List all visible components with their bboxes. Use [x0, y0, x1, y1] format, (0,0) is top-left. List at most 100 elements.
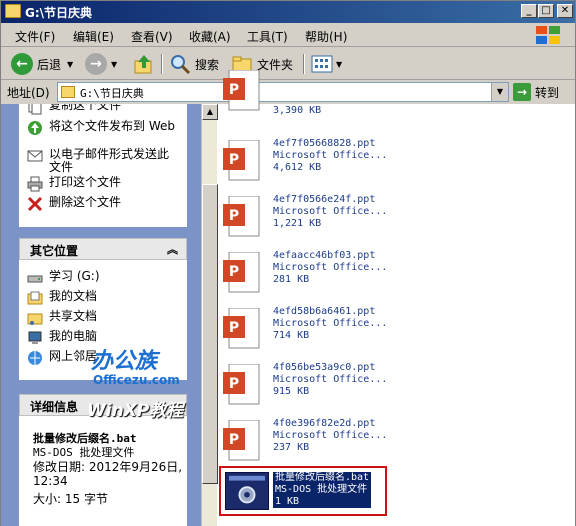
place-label: 我的文档: [49, 289, 98, 303]
windows-logo-icon: [536, 26, 560, 44]
search-icon: [171, 55, 191, 75]
folder-icon: [61, 86, 75, 98]
up-folder-button[interactable]: [133, 51, 155, 77]
svg-text:P: P: [229, 432, 239, 448]
place-drive-g[interactable]: 学习 (G:): [27, 270, 100, 286]
shared-folder-icon: [27, 313, 43, 325]
file-item[interactable]: P 4ef7f0566e24f.ppt Microsoft Office... 1,2…: [223, 194, 563, 248]
menu-help[interactable]: 帮助(H): [305, 28, 347, 45]
detail-size: 大小: 15 字节: [33, 492, 108, 506]
address-input[interactable]: G:\节日庆典 ▼: [57, 82, 509, 102]
place-network[interactable]: 网上邻居: [27, 350, 97, 366]
toolbar: ← 后退 ▼ → ▼ 搜索 文件夹 ▼: [1, 48, 575, 80]
file-meta: 4ef7f05668828.ppt Microsoft Office... 4,61…: [273, 138, 387, 174]
views-icon: [311, 55, 333, 73]
forward-button[interactable]: → ▼: [85, 51, 117, 77]
maximize-button[interactable]: □: [538, 4, 554, 18]
other-places-title: 其它位置: [30, 244, 79, 258]
file-type: Microsoft Office...: [273, 206, 388, 217]
copy-icon: [28, 104, 42, 115]
file-meta: 4f056be53a9c0.ppt Microsoft Office... 915 …: [273, 362, 387, 398]
chevron-down-icon[interactable]: ▼: [336, 60, 342, 69]
task-copy-file[interactable]: 复制这个文件: [27, 104, 121, 115]
file-item[interactable]: P 4ef7f05668828.ppt Microsoft Office... 4,6…: [223, 138, 563, 192]
other-places-header[interactable]: 其它位置 ︽: [19, 238, 187, 260]
selected-file-size: 1 KB: [275, 496, 300, 507]
place-shared-documents[interactable]: 共享文档: [27, 310, 97, 326]
go-button[interactable]: → 转到: [513, 82, 559, 102]
file-item[interactable]: P 4efd58b6a6461.ppt Microsoft Office... 714…: [223, 306, 563, 360]
back-label: 后退: [37, 57, 62, 72]
watermark-brand: 办公族: [91, 349, 158, 374]
file-name: 4ef7f0566e24f.ppt: [273, 194, 376, 205]
file-item[interactable]: P 4efaacc46bf03.ppt Microsoft Office... 281…: [223, 250, 563, 304]
task-label: 复制这个文件: [49, 104, 122, 112]
documents-folder-icon: [27, 291, 43, 305]
task-email-file[interactable]: 以电子邮件形式发送此文件: [27, 148, 177, 174]
menu-edit[interactable]: 编辑(E): [73, 28, 114, 45]
views-button[interactable]: ▼: [311, 51, 342, 77]
powerpoint-file-icon: P: [223, 252, 260, 293]
file-item[interactable]: P 4f0e396f82e2d.ppt Microsoft Office... 237…: [223, 418, 563, 472]
svg-text:P: P: [229, 376, 239, 392]
toolbar-separator: [303, 54, 305, 74]
chevron-down-icon[interactable]: ▼: [111, 60, 117, 69]
place-my-computer[interactable]: 我的电脑: [27, 330, 97, 346]
close-button[interactable]: ✕: [557, 4, 573, 18]
details-box: 批量修改后缀名.bat MS-DOS 批处理文件 修改日期: 2012年9月26…: [19, 416, 187, 526]
globe-icon: [28, 121, 42, 135]
vertical-scrollbar[interactable]: ▲: [201, 104, 218, 526]
drive-icon: [27, 275, 43, 283]
scroll-up-button[interactable]: ▲: [202, 104, 218, 120]
file-type: Microsoft Office...: [273, 262, 388, 273]
search-button[interactable]: 搜索: [169, 51, 219, 77]
file-size: 3,390 KB: [273, 105, 322, 116]
details-title: 详细信息: [30, 400, 79, 414]
file-meta: 3,390 KB: [273, 105, 321, 117]
menu-view[interactable]: 查看(V): [131, 28, 173, 45]
network-icon: [28, 351, 42, 365]
powerpoint-file-icon: P: [223, 364, 260, 405]
place-label: 共享文档: [49, 309, 98, 323]
menu-favorites[interactable]: 收藏(A): [189, 28, 231, 45]
svg-text:P: P: [229, 320, 239, 336]
file-name: 4efd58b6a6461.ppt: [273, 306, 376, 317]
svg-text:P: P: [229, 264, 239, 280]
computer-icon: [28, 331, 42, 344]
selected-file-item[interactable]: 批量修改后缀名.bat MS-DOS 批处理文件 1 KB: [219, 466, 387, 516]
search-label: 搜索: [195, 57, 220, 72]
file-size: 1,221 KB: [273, 218, 322, 229]
address-dropdown-button[interactable]: ▼: [491, 83, 508, 101]
title-bar[interactable]: G:\节日庆典 _ □ ✕: [1, 1, 575, 23]
menu-tools[interactable]: 工具(T): [247, 28, 288, 45]
powerpoint-file-icon: P: [223, 70, 260, 111]
chevron-down-icon[interactable]: ▼: [67, 60, 73, 69]
detail-modified: 修改日期: 2012年9月26日, 12:34: [33, 460, 183, 488]
task-delete-file[interactable]: 删除这个文件: [27, 196, 121, 212]
file-type: Microsoft Office...: [273, 318, 388, 329]
scroll-thumb[interactable]: [202, 184, 218, 484]
file-name: 4f0e396f82e2d.ppt: [273, 418, 376, 429]
minimize-button[interactable]: _: [521, 4, 537, 18]
task-print-file[interactable]: 打印这个文件: [27, 176, 121, 192]
file-size: 237 KB: [273, 442, 310, 453]
back-button[interactable]: ← 后退 ▼: [11, 51, 73, 77]
place-my-documents[interactable]: 我的文档: [27, 290, 97, 306]
file-meta: 4efaacc46bf03.ppt Microsoft Office... 281 …: [273, 250, 387, 286]
powerpoint-file-icon: P: [223, 308, 260, 349]
task-publish-web[interactable]: 将这个文件发布到 Web: [27, 120, 177, 136]
svg-text:P: P: [229, 208, 239, 224]
toolbar-separator: [161, 54, 163, 74]
task-label: 以电子邮件形式发送此文件: [49, 147, 170, 174]
collapse-chevron-icon[interactable]: ︽: [167, 241, 178, 257]
printer-icon: [27, 176, 43, 192]
file-item[interactable]: P 4f056be53a9c0.ppt Microsoft Office... 915…: [223, 362, 563, 416]
menu-file[interactable]: 文件(F): [15, 28, 55, 45]
file-meta: 4ef7f0566e24f.ppt Microsoft Office... 1,22…: [273, 194, 387, 230]
file-name: 4efaacc46bf03.ppt: [273, 250, 376, 261]
task-pane: 复制这个文件 将这个文件发布到 Web 以电子邮件形式发送此文件 打印这个文件 …: [1, 104, 201, 526]
email-icon: [27, 150, 43, 162]
explorer-window: G:\节日庆典 _ □ ✕ 文件(F) 编辑(E) 查看(V) 收藏(A) 工具…: [0, 0, 576, 526]
file-meta: 4f0e396f82e2d.ppt Microsoft Office... 237 …: [273, 418, 387, 454]
go-arrow-icon: →: [513, 83, 531, 101]
